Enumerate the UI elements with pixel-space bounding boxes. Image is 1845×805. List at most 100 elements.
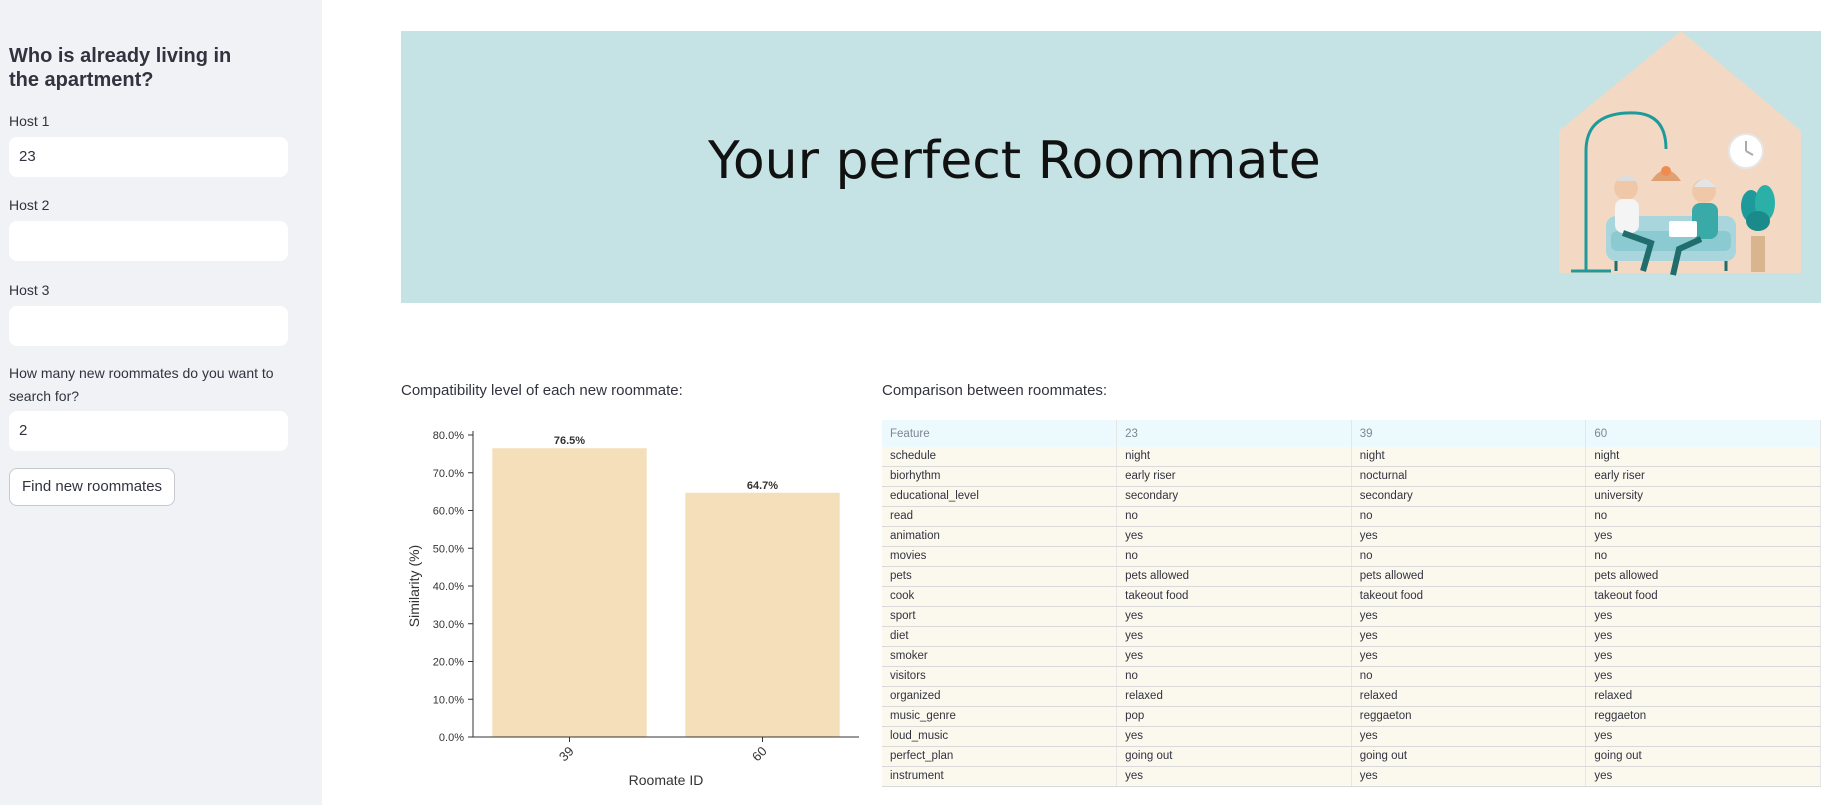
table-cell: night <box>1585 447 1821 467</box>
table-cell: yes <box>1116 626 1352 647</box>
y-axis-label: Similarity (%) <box>406 545 422 627</box>
table-cell: yes <box>1585 666 1821 687</box>
table-cell: no <box>1116 546 1352 567</box>
table-cell: yes <box>1351 766 1587 787</box>
find-roommates-button[interactable]: Find new roommates <box>9 468 176 506</box>
table-cell: yes <box>1116 526 1352 547</box>
table-cell: night <box>1351 447 1587 467</box>
chart-caption: Compatibility level of each new roommate… <box>401 382 683 399</box>
y-tick-label: 50.0% <box>433 543 464 555</box>
table-cell: going out <box>1585 746 1821 767</box>
table-cell: no <box>1585 546 1821 567</box>
sidebar-heading: Who is already living in the apartment? <box>9 45 232 91</box>
feature-cell: read <box>882 506 1118 527</box>
table-row: perfect_plan going out going out going out <box>882 746 1821 767</box>
feature-cell: perfect_plan <box>882 746 1118 767</box>
table-row: loud_music yes yes yes <box>882 726 1821 747</box>
table-cell: yes <box>1351 606 1587 627</box>
bar-value-label: 76.5% <box>554 435 585 447</box>
table-cell: yes <box>1116 606 1352 627</box>
chart-bar <box>492 448 647 737</box>
x-tick-label: 60 <box>749 743 770 764</box>
feature-cell: diet <box>882 626 1118 647</box>
table-column-header[interactable]: 39 <box>1351 420 1587 447</box>
table-cell: yes <box>1116 766 1352 787</box>
banner-title: Your perfect Roommate <box>708 131 1321 191</box>
table-cell: going out <box>1116 746 1352 767</box>
table-row: movies no no no <box>882 546 1821 567</box>
table-row: schedule night night night <box>882 447 1821 467</box>
x-axis-label: Roomate ID <box>629 772 704 788</box>
roommate-count-label: How many new roommates do you want to se… <box>9 365 274 404</box>
table-row: biorhythm early riser nocturnal early riser <box>882 466 1821 487</box>
table-cell: takeout food <box>1116 586 1352 607</box>
feature-cell: movies <box>882 546 1118 567</box>
table-cell: takeout food <box>1351 586 1587 607</box>
table-cell: yes <box>1585 606 1821 627</box>
host1-input[interactable]: 23 <box>9 137 288 177</box>
chart-bar <box>685 492 840 737</box>
table-cell: no <box>1116 666 1352 687</box>
bar-value-label: 64.7% <box>747 480 778 492</box>
y-tick-label: 70.0% <box>433 468 464 480</box>
table-row: smoker yes yes yes <box>882 646 1821 667</box>
table-cell: night <box>1116 447 1352 467</box>
y-tick-label: 60.0% <box>433 506 464 518</box>
table-row: music_genre pop reggaeton reggaeton <box>882 706 1821 727</box>
table-row: pets pets allowed pets allowed pets allowed <box>882 566 1821 587</box>
y-tick-label: 30.0% <box>433 619 464 631</box>
table-row: diet yes yes yes <box>882 626 1821 647</box>
table-cell: yes <box>1116 646 1352 667</box>
table-row: animation yes yes yes <box>882 526 1821 547</box>
feature-cell: instrument <box>882 766 1118 787</box>
table-cell: yes <box>1585 626 1821 647</box>
table-column-header[interactable]: 60 <box>1585 420 1821 447</box>
compatibility-bar-chart: 0.0% 10.0% 20.0% 30.0% 40.0% 50.0% 60.0% 70.0% 8… <box>406 430 859 788</box>
feature-cell: organized <box>882 686 1118 707</box>
table-cell: yes <box>1351 726 1587 747</box>
feature-cell: pets <box>882 566 1118 587</box>
elderly-couple-home-icon <box>1559 31 1801 276</box>
feature-cell: animation <box>882 526 1118 547</box>
table-cell: pets allowed <box>1585 566 1821 587</box>
table-column-header[interactable]: 23 <box>1116 420 1352 447</box>
host2-input[interactable] <box>9 221 288 261</box>
feature-cell: music_genre <box>882 706 1118 727</box>
table-row: read no no no <box>882 506 1821 527</box>
feature-cell: schedule <box>882 447 1118 467</box>
table-cell: relaxed <box>1116 686 1352 707</box>
roommate-count-input[interactable]: 2 <box>9 411 288 451</box>
table-cell: reggaeton <box>1585 706 1821 727</box>
table-row: cook takeout food takeout food takeout food <box>882 586 1821 607</box>
table-cell: yes <box>1351 646 1587 667</box>
x-tick-label: 39 <box>556 743 577 764</box>
table-cell: yes <box>1351 526 1587 547</box>
feature-cell: visitors <box>882 666 1118 687</box>
table-caption: Comparison between roommates: <box>882 382 1108 399</box>
table-cell: takeout food <box>1585 586 1821 607</box>
table-cell: pets allowed <box>1116 566 1352 587</box>
table-cell: yes <box>1585 526 1821 547</box>
table-cell: no <box>1585 506 1821 527</box>
table-cell: yes <box>1585 646 1821 667</box>
table-column-header[interactable]: Feature <box>882 420 1118 447</box>
table-cell: reggaeton <box>1351 706 1587 727</box>
table-cell: early riser <box>1116 466 1352 487</box>
y-tick-label: 40.0% <box>433 581 464 593</box>
header-banner: Your perfect Roommate <box>401 31 1821 303</box>
table-cell: yes <box>1585 766 1821 787</box>
table-row: visitors no no yes <box>882 666 1821 687</box>
host3-input[interactable] <box>9 306 288 346</box>
table-cell: early riser <box>1585 466 1821 487</box>
table-cell: no <box>1351 506 1587 527</box>
table-cell: university <box>1585 486 1821 507</box>
table-row: instrument yes yes yes <box>882 766 1821 787</box>
table-cell: yes <box>1116 726 1352 747</box>
table-row: organized relaxed relaxed relaxed <box>882 686 1821 707</box>
feature-cell: smoker <box>882 646 1118 667</box>
table-cell: secondary <box>1351 486 1587 507</box>
table-cell: pop <box>1116 706 1352 727</box>
feature-cell: cook <box>882 586 1118 607</box>
table-cell: no <box>1351 666 1587 687</box>
table-cell: relaxed <box>1585 686 1821 707</box>
